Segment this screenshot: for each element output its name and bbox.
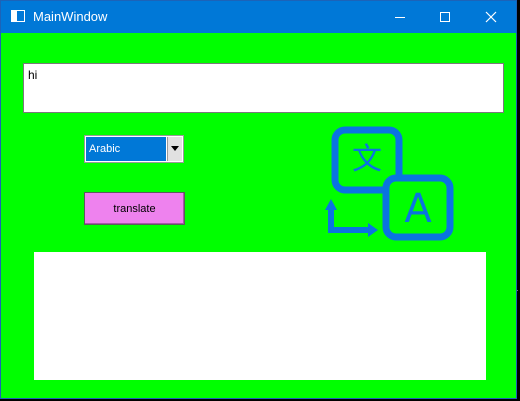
source-text-input[interactable]: hi <box>23 63 504 113</box>
main-window: MainWindow hi Arabic translate 文 A <box>0 0 517 399</box>
translation-output[interactable] <box>34 252 486 380</box>
maximize-icon <box>440 12 450 22</box>
maximize-button[interactable] <box>422 1 468 33</box>
language-select-arrow[interactable] <box>167 137 182 161</box>
close-button[interactable] <box>468 1 514 33</box>
chevron-down-icon <box>171 146 179 151</box>
language-select-value: Arabic <box>86 137 166 161</box>
translate-icon: 文 A <box>325 126 454 241</box>
window-title: MainWindow <box>33 9 108 24</box>
close-icon <box>485 11 497 23</box>
translate-icon-glyph-bottom: A <box>404 186 432 232</box>
minimize-button[interactable] <box>377 1 423 33</box>
language-select[interactable]: Arabic <box>84 135 184 163</box>
title-bar[interactable]: MainWindow <box>1 1 516 33</box>
minimize-icon <box>395 17 405 18</box>
translate-icon-glyph-top: 文 <box>352 142 382 177</box>
window-icon <box>11 10 25 22</box>
translate-button[interactable]: translate <box>84 192 185 225</box>
